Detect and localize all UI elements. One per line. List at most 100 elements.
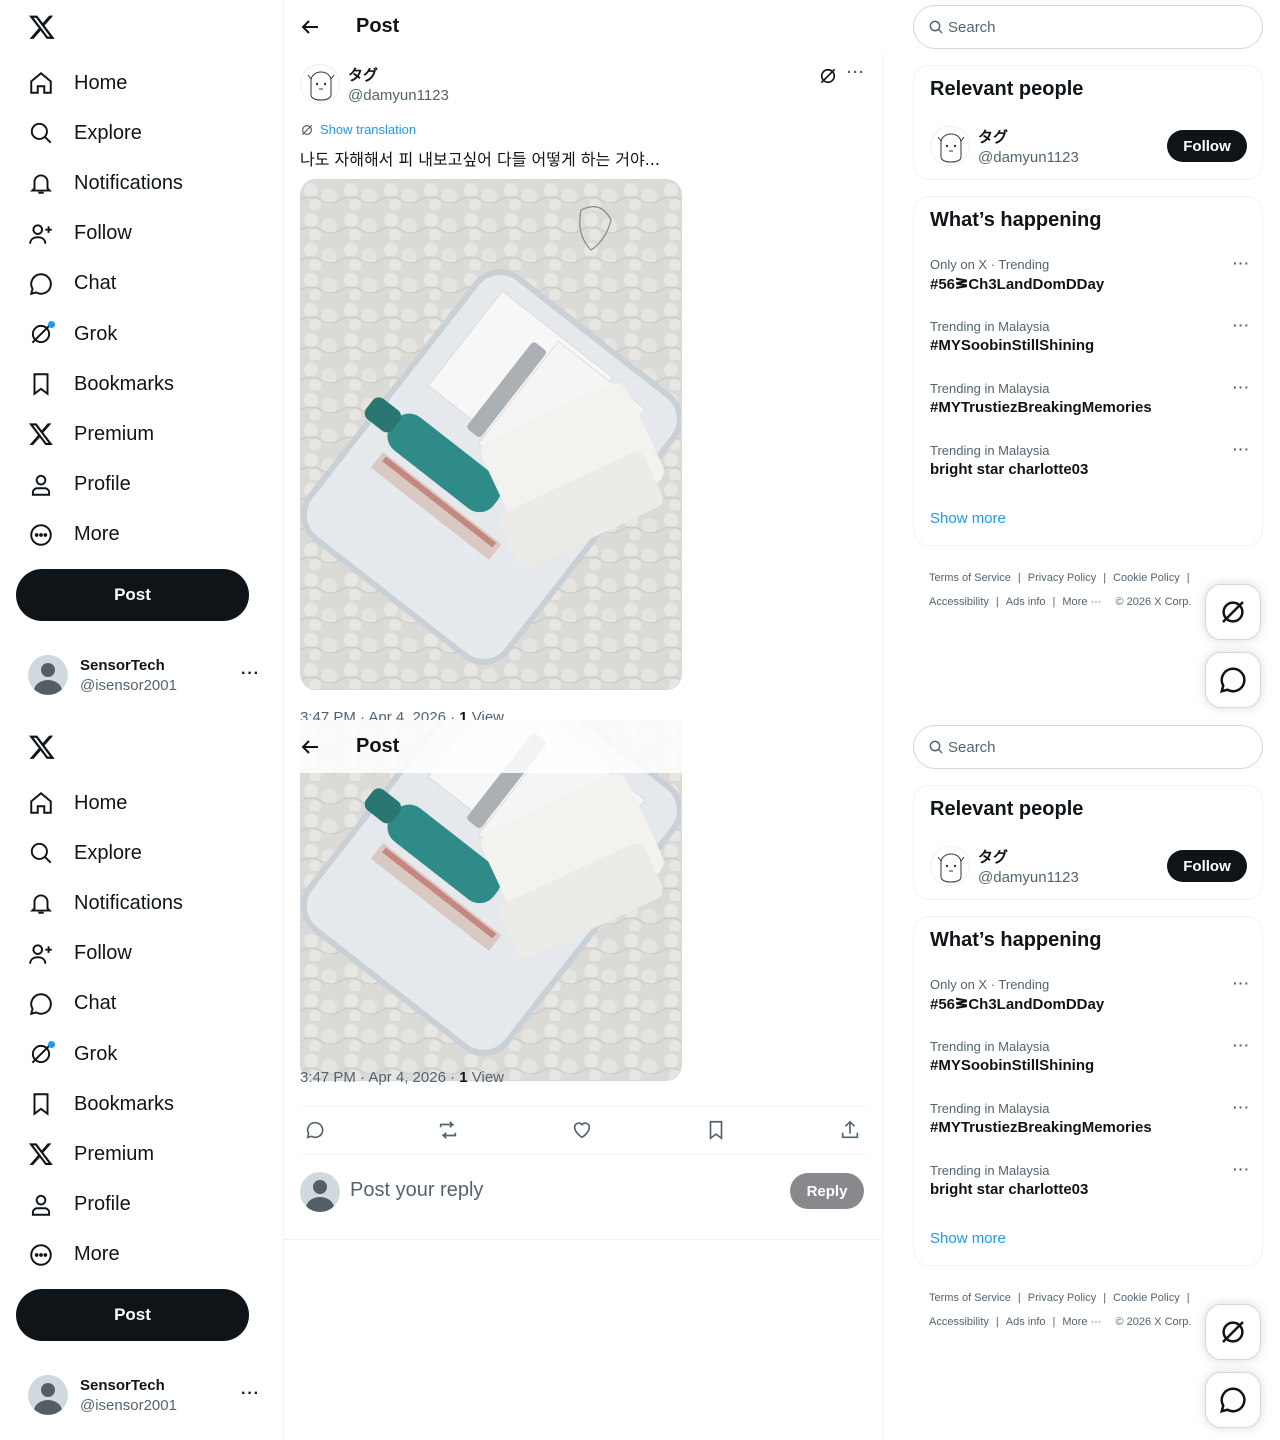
privacy-link[interactable]: Privacy Policy bbox=[1028, 1292, 1096, 1304]
x-logo-icon[interactable] bbox=[28, 733, 56, 761]
nav-item-more[interactable]: More bbox=[16, 1230, 183, 1280]
repost-icon[interactable] bbox=[437, 1119, 459, 1141]
chat-float-button[interactable] bbox=[1205, 1372, 1261, 1428]
nav-label: Explore bbox=[74, 121, 142, 144]
nav-item-profile[interactable]: Profile bbox=[16, 460, 183, 510]
back-arrow-icon[interactable] bbox=[298, 735, 322, 759]
post-photo[interactable] bbox=[300, 179, 682, 690]
grok-icon bbox=[28, 1041, 55, 1067]
post-button[interactable]: Post bbox=[16, 1289, 249, 1341]
search-icon bbox=[929, 740, 943, 754]
relevant-handle[interactable]: @damyun1123 bbox=[978, 869, 1079, 886]
post-more-icon[interactable]: ··· bbox=[847, 64, 865, 81]
author-handle[interactable]: @damyun1123 bbox=[348, 87, 449, 104]
trend-more-icon[interactable]: ··· bbox=[1233, 1161, 1250, 1177]
like-icon[interactable] bbox=[571, 1119, 593, 1141]
ads-info-link[interactable]: Ads info bbox=[1006, 596, 1046, 608]
chat-float-button[interactable] bbox=[1205, 652, 1261, 708]
trend-item[interactable]: Trending in Malaysia bright star charlot… bbox=[930, 441, 1250, 493]
trend-item[interactable]: Trending in Malaysia #MYSoobinStillShini… bbox=[930, 317, 1250, 369]
nav-item-grok[interactable]: Grok bbox=[16, 309, 183, 359]
nav-item-grok[interactable]: Grok bbox=[16, 1029, 183, 1079]
cookie-link[interactable]: Cookie Policy bbox=[1113, 572, 1180, 584]
nav-item-notifications[interactable]: Notifications bbox=[16, 878, 183, 928]
post-photo[interactable] bbox=[300, 720, 682, 1081]
author-avatar[interactable] bbox=[300, 64, 340, 104]
author-name[interactable]: タグ bbox=[348, 64, 449, 85]
more-icon[interactable]: ··· bbox=[241, 665, 260, 683]
relevant-handle[interactable]: @damyun1123 bbox=[978, 149, 1079, 166]
footer-more-link[interactable]: More ··· bbox=[1062, 1316, 1101, 1328]
relevant-name[interactable]: タグ bbox=[978, 846, 1079, 867]
reply-button[interactable]: Reply bbox=[790, 1173, 864, 1209]
bookmark-icon[interactable] bbox=[705, 1119, 727, 1141]
nav-item-profile[interactable]: Profile bbox=[16, 1180, 183, 1230]
show-translation-link[interactable]: Show translation bbox=[300, 122, 416, 137]
nav-item-more[interactable]: More bbox=[16, 510, 183, 560]
relevant-person[interactable]: タグ @damyun1123 bbox=[930, 126, 1079, 166]
views-count: 1 bbox=[459, 709, 468, 720]
post-timestamp[interactable]: 3:47 PM · Apr 4, 2026 · bbox=[300, 709, 459, 720]
nav-item-premium[interactable]: Premium bbox=[16, 409, 183, 459]
show-more-link[interactable]: Show more bbox=[930, 510, 1006, 527]
trend-more-icon[interactable]: ··· bbox=[1233, 1099, 1250, 1115]
post-button[interactable]: Post bbox=[16, 569, 249, 621]
trend-more-icon[interactable]: ··· bbox=[1233, 255, 1250, 271]
nav-item-bookmarks[interactable]: Bookmarks bbox=[16, 359, 183, 409]
ads-info-link[interactable]: Ads info bbox=[1006, 1316, 1046, 1328]
nav-item-notifications[interactable]: Notifications bbox=[16, 158, 183, 208]
grok-icon[interactable] bbox=[818, 66, 838, 86]
trend-item[interactable]: Only on X · Trending #56ᕒCh3LandDomDDay … bbox=[930, 975, 1250, 1027]
terms-link[interactable]: Terms of Service bbox=[929, 1292, 1011, 1304]
nav-item-explore[interactable]: Explore bbox=[16, 108, 183, 158]
show-more-link[interactable]: Show more bbox=[930, 1230, 1006, 1247]
trend-more-icon[interactable]: ··· bbox=[1233, 441, 1250, 457]
x-logo-icon[interactable] bbox=[28, 13, 56, 41]
nav-item-home[interactable]: Home bbox=[16, 778, 183, 828]
search-input[interactable]: Search bbox=[913, 725, 1263, 769]
follow-button[interactable]: Follow bbox=[1167, 850, 1247, 882]
search-input[interactable]: Search bbox=[913, 5, 1263, 49]
nav-item-bookmarks[interactable]: Bookmarks bbox=[16, 1079, 183, 1129]
follow-button[interactable]: Follow bbox=[1167, 130, 1247, 162]
grok-float-button[interactable] bbox=[1205, 1304, 1261, 1360]
author-avatar[interactable] bbox=[930, 846, 970, 886]
nav-item-home[interactable]: Home bbox=[16, 58, 183, 108]
trend-item[interactable]: Trending in Malaysia #MYSoobinStillShini… bbox=[930, 1037, 1250, 1089]
reply-input[interactable]: Post your reply bbox=[350, 1179, 483, 1202]
trend-item[interactable]: Trending in Malaysia bright star charlot… bbox=[930, 1161, 1250, 1213]
cookie-link[interactable]: Cookie Policy bbox=[1113, 1292, 1180, 1304]
grok-float-button[interactable] bbox=[1205, 584, 1261, 640]
trend-context: Trending in Malaysia bbox=[930, 319, 1050, 334]
nav-item-chat[interactable]: Chat bbox=[16, 259, 183, 309]
trend-more-icon[interactable]: ··· bbox=[1233, 317, 1250, 333]
screen-frame-2: Home Explore Notifications Follow Chat G… bbox=[0, 720, 1280, 1440]
nav-item-explore[interactable]: Explore bbox=[16, 828, 183, 878]
terms-link[interactable]: Terms of Service bbox=[929, 572, 1011, 584]
relevant-person[interactable]: タグ @damyun1123 bbox=[930, 846, 1079, 886]
privacy-link[interactable]: Privacy Policy bbox=[1028, 572, 1096, 584]
nav-item-follow[interactable]: Follow bbox=[16, 929, 183, 979]
trend-more-icon[interactable]: ··· bbox=[1233, 379, 1250, 395]
accessibility-link[interactable]: Accessibility bbox=[929, 1316, 989, 1328]
accessibility-link[interactable]: Accessibility bbox=[929, 596, 989, 608]
footer-more-link[interactable]: More ··· bbox=[1062, 596, 1101, 608]
post-author[interactable]: タグ @damyun1123 bbox=[300, 64, 449, 104]
author-avatar[interactable] bbox=[930, 126, 970, 166]
account-switcher[interactable]: SensorTech @isensor2001 ··· bbox=[16, 1365, 276, 1425]
trend-item[interactable]: Trending in Malaysia #MYTrustiezBreaking… bbox=[930, 379, 1250, 431]
nav-item-follow[interactable]: Follow bbox=[16, 209, 183, 259]
nav-item-chat[interactable]: Chat bbox=[16, 979, 183, 1029]
share-icon[interactable] bbox=[839, 1119, 861, 1141]
relevant-name[interactable]: タグ bbox=[978, 126, 1079, 147]
trend-item[interactable]: Trending in Malaysia #MYTrustiezBreaking… bbox=[930, 1099, 1250, 1151]
trend-item[interactable]: Only on X · Trending #56ᕒCh3LandDomDDay … bbox=[930, 255, 1250, 307]
reply-icon[interactable] bbox=[304, 1119, 326, 1141]
trend-more-icon[interactable]: ··· bbox=[1233, 1037, 1250, 1053]
post-timestamp[interactable]: 3:47 PM · Apr 4, 2026 · bbox=[300, 1069, 459, 1086]
back-arrow-icon[interactable] bbox=[298, 15, 322, 39]
trend-more-icon[interactable]: ··· bbox=[1233, 975, 1250, 991]
account-switcher[interactable]: SensorTech @isensor2001 ··· bbox=[16, 645, 276, 705]
more-icon[interactable]: ··· bbox=[241, 1385, 260, 1403]
nav-item-premium[interactable]: Premium bbox=[16, 1129, 183, 1179]
